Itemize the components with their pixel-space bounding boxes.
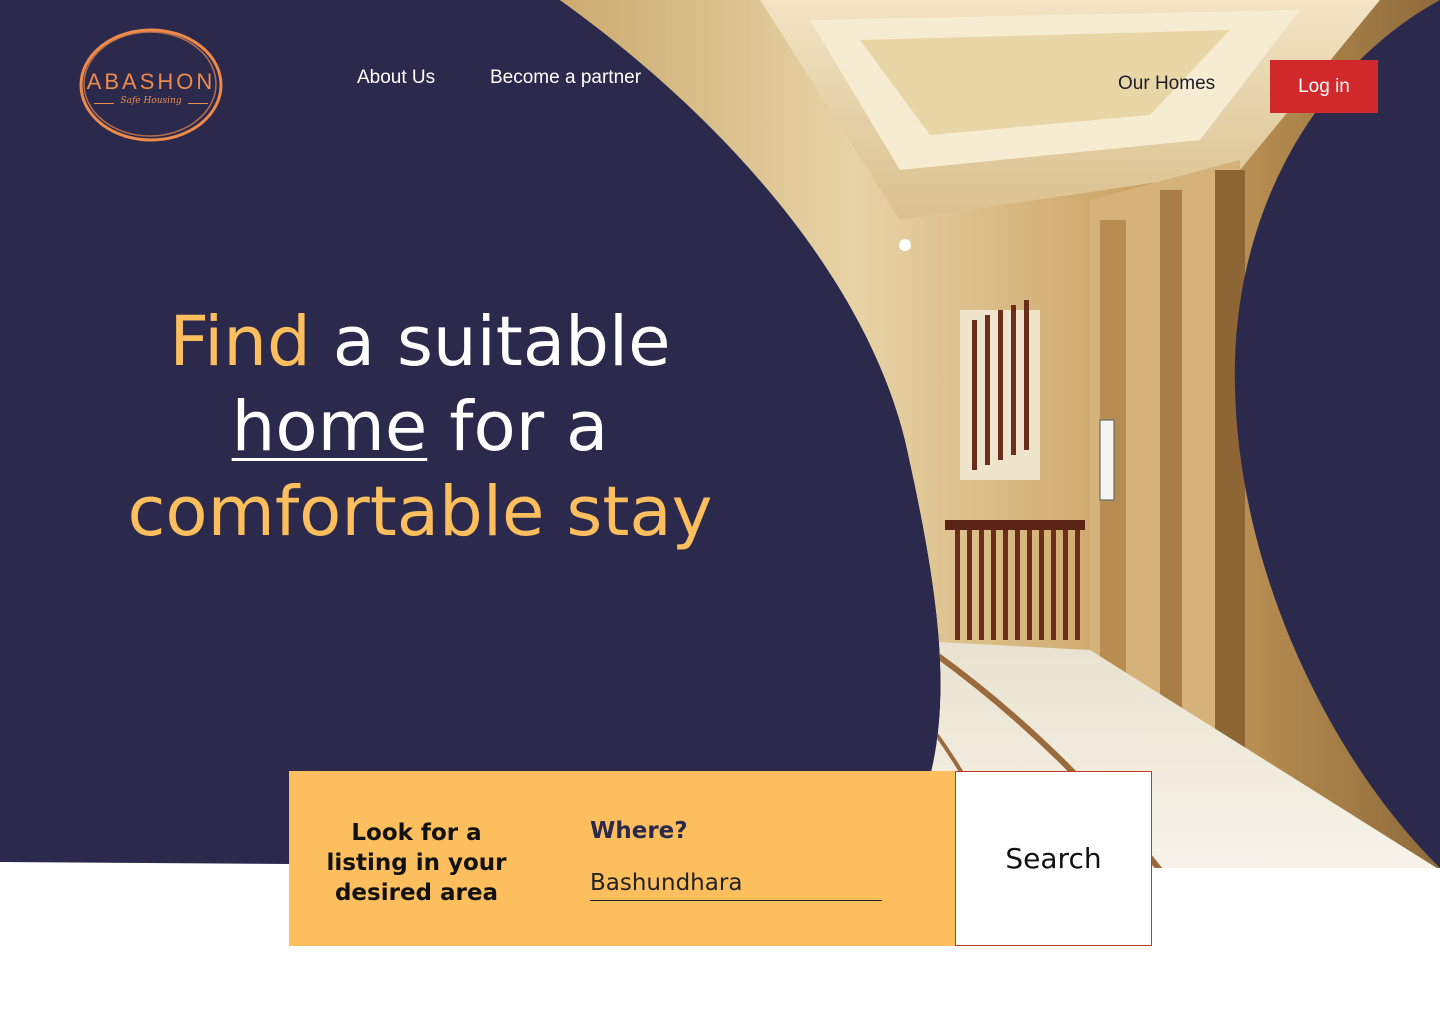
headline-home: home xyxy=(231,387,428,467)
where-label: Where? xyxy=(590,818,688,844)
search-panel: Look for a listing in your desired area … xyxy=(289,771,955,946)
headline-find: Find xyxy=(169,302,311,382)
headline-comfortable-stay: comfortable stay xyxy=(127,472,713,552)
nav-our-homes[interactable]: Our Homes xyxy=(1118,73,1215,95)
search-button[interactable]: Search xyxy=(955,771,1152,946)
brand-name: ABASHON xyxy=(86,69,216,94)
brand-tagline: Safe Housing xyxy=(120,96,182,106)
login-button[interactable]: Log in xyxy=(1270,60,1378,113)
headline-suitable: a suitable xyxy=(310,302,671,382)
nav-become-partner[interactable]: Become a partner xyxy=(490,67,641,89)
landing-page: ABASHON Safe Housing About Us Become a p… xyxy=(0,0,1440,1024)
search-prompt-text: Look for a listing in your desired area xyxy=(326,820,507,906)
hero-headline: Find a suitable home for a comfortable s… xyxy=(70,300,770,555)
location-input[interactable] xyxy=(590,866,882,901)
brand-logo[interactable]: ABASHON Safe Housing xyxy=(76,26,226,144)
headline-for-a: for a xyxy=(427,387,609,467)
nav-about-us[interactable]: About Us xyxy=(357,67,435,89)
